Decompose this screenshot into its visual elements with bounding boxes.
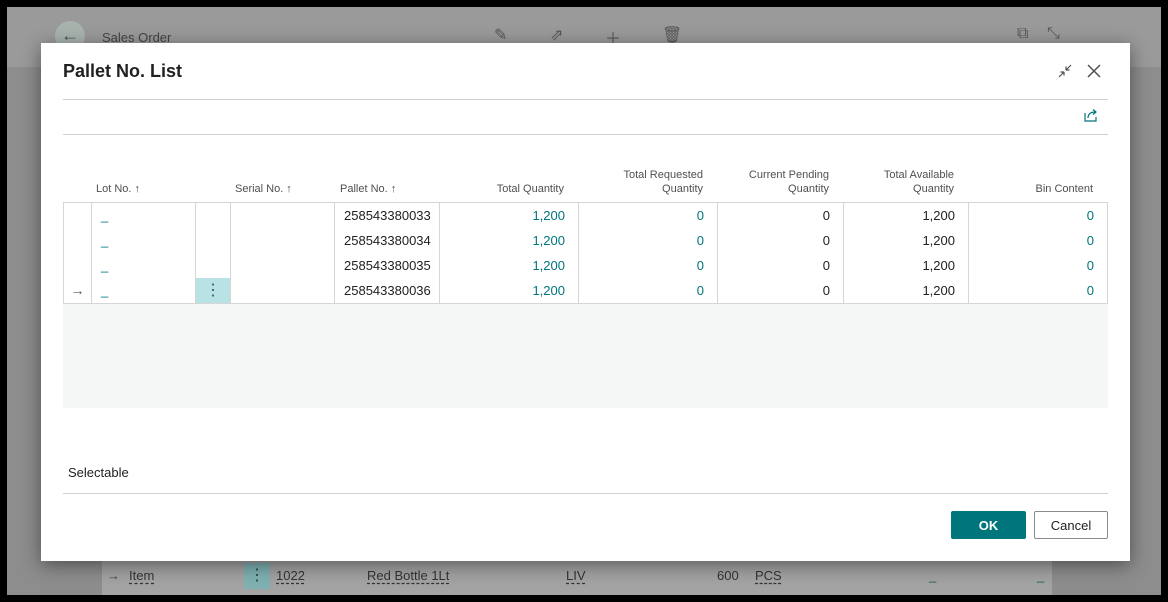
- serial-no-cell[interactable]: [231, 203, 335, 228]
- pallet-list-dialog: Pallet No. List Lot No. ↑ Serial No. ↑ Pal…: [41, 43, 1130, 561]
- pallet-no-cell[interactable]: 258543380033: [335, 203, 440, 228]
- ok-button[interactable]: OK: [951, 511, 1026, 539]
- lot-no-cell[interactable]: _: [92, 253, 196, 278]
- background-line-no[interactable]: 1022: [276, 568, 305, 583]
- total-quantity-cell[interactable]: 1,200: [440, 253, 579, 278]
- collapse-icon[interactable]: ⤡: [1047, 25, 1060, 43]
- dialog-title: Pallet No. List: [63, 61, 183, 81]
- background-line-location[interactable]: LIV: [566, 568, 586, 583]
- row-menu-cell[interactable]: [196, 228, 231, 253]
- bin-content-cell[interactable]: 0: [969, 228, 1108, 253]
- table-row[interactable]: → _ ⋮ 258543380036 1,200 0 0 1,200 0: [63, 278, 1108, 304]
- bin-content-cell[interactable]: 0: [969, 253, 1108, 278]
- total-requested-cell[interactable]: 0: [579, 278, 718, 303]
- total-requested-cell[interactable]: 0: [579, 203, 718, 228]
- current-row-arrow-icon[interactable]: →: [63, 278, 92, 303]
- background-line-blank-2[interactable]: _: [1037, 568, 1044, 583]
- background-line-arrow-icon: →: [107, 568, 120, 583]
- total-requested-cell[interactable]: 0: [579, 228, 718, 253]
- row-menu-cell[interactable]: [196, 253, 231, 278]
- delete-icon[interactable]: 🗑: [662, 25, 682, 45]
- sort-ascending-icon: ↑: [134, 183, 140, 195]
- selectable-label: Selectable: [68, 465, 129, 480]
- background-line-description[interactable]: Red Bottle 1Lt: [367, 568, 449, 583]
- sort-ascending-icon: ↑: [390, 183, 397, 195]
- total-requested-cell[interactable]: 0: [579, 253, 718, 278]
- current-pending-cell: 0: [718, 203, 844, 228]
- bin-content-cell[interactable]: 0: [969, 278, 1108, 303]
- footer-divider: [63, 493, 1108, 494]
- sort-ascending-icon: ↑: [286, 183, 292, 195]
- total-available-cell: 1,200: [844, 253, 969, 278]
- table-row[interactable]: _ 258543380034 1,200 0 0 1,200 0: [63, 228, 1108, 254]
- total-available-cell: 1,200: [844, 278, 969, 303]
- pallet-no-cell[interactable]: 258543380034: [335, 228, 440, 253]
- current-pending-cell: 0: [718, 278, 844, 303]
- toolbar-divider: [63, 134, 1108, 135]
- background-line-uom[interactable]: PCS: [755, 568, 782, 583]
- total-available-cell: 1,200: [844, 203, 969, 228]
- row-menu-icon[interactable]: ⋮: [196, 278, 231, 303]
- total-quantity-cell[interactable]: 1,200: [440, 203, 579, 228]
- row-selector[interactable]: [63, 253, 92, 278]
- table-row[interactable]: _ 258543380035 1,200 0 0 1,200 0: [63, 253, 1108, 279]
- share-icon[interactable]: ⇗: [550, 25, 563, 45]
- background-line-quantity: 600: [717, 568, 739, 583]
- total-available-cell: 1,200: [844, 228, 969, 253]
- pallet-no-cell[interactable]: 258543380035: [335, 253, 440, 278]
- background-line-menu-icon[interactable]: ⋮: [244, 563, 270, 589]
- total-quantity-cell[interactable]: 1,200: [440, 228, 579, 253]
- serial-no-cell[interactable]: [231, 253, 335, 278]
- row-selector[interactable]: [63, 203, 92, 228]
- share-icon[interactable]: [1083, 107, 1103, 127]
- row-selector[interactable]: [63, 228, 92, 253]
- lot-no-cell[interactable]: _: [92, 228, 196, 253]
- lot-no-cell[interactable]: _: [92, 278, 196, 303]
- bin-content-cell[interactable]: 0: [969, 203, 1108, 228]
- serial-no-cell[interactable]: [231, 228, 335, 253]
- background-line-type[interactable]: Item: [129, 568, 154, 583]
- close-icon[interactable]: [1082, 59, 1106, 83]
- background-line-blank-1[interactable]: _: [929, 568, 936, 583]
- total-quantity-cell[interactable]: 1,200: [440, 278, 579, 303]
- pallet-no-cell[interactable]: 258543380036: [335, 278, 440, 303]
- current-pending-cell: 0: [718, 253, 844, 278]
- edit-icon[interactable]: ✎: [494, 25, 507, 45]
- cancel-button[interactable]: Cancel: [1034, 511, 1108, 539]
- current-pending-cell: 0: [718, 228, 844, 253]
- grid-body: _ 258543380033 1,200 0 0 1,200 0 _ 25854…: [63, 202, 1108, 408]
- collapse-icon[interactable]: [1053, 59, 1077, 83]
- lot-no-cell[interactable]: _: [92, 203, 196, 228]
- row-menu-cell[interactable]: [196, 203, 231, 228]
- open-new-window-icon[interactable]: ⧉: [1017, 25, 1028, 43]
- title-divider: [63, 99, 1108, 100]
- table-row[interactable]: _ 258543380033 1,200 0 0 1,200 0: [63, 202, 1108, 229]
- serial-no-cell[interactable]: [231, 278, 335, 303]
